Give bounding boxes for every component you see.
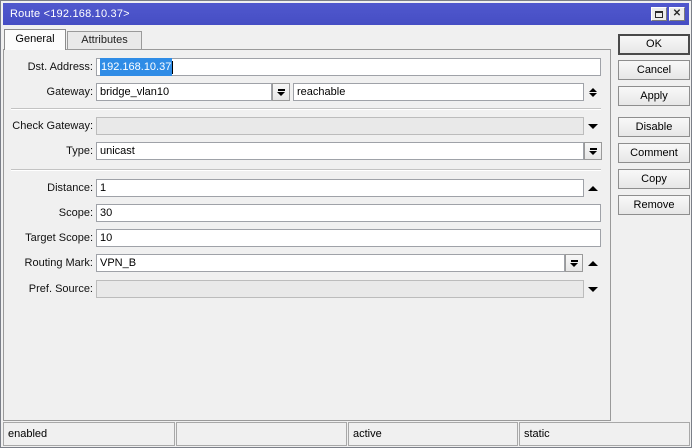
apply-button[interactable]: Apply <box>618 86 690 106</box>
routing-mark-dropdown-button[interactable] <box>565 254 583 272</box>
dst-address-input[interactable]: 192.168.10.37 <box>96 58 601 76</box>
target-scope-label: Target Scope: <box>25 232 93 244</box>
status-active: active <box>348 422 518 446</box>
scope-label: Scope: <box>58 207 93 219</box>
tab-attributes[interactable]: Attributes <box>67 31 142 49</box>
section-divider <box>11 108 601 110</box>
gateway-label: Gateway: <box>46 86 93 98</box>
window-title: Route <192.168.10.37> <box>10 8 130 20</box>
check-gateway-input[interactable] <box>96 117 584 135</box>
pref-source-input[interactable] <box>96 280 584 298</box>
up-arrow-icon <box>589 87 597 92</box>
status-static: static <box>519 422 690 446</box>
close-icon: ✕ <box>672 8 682 19</box>
dst-address-selected-text: 192.168.10.37 <box>100 58 173 76</box>
disable-button[interactable]: Disable <box>618 117 690 137</box>
ok-button[interactable]: OK <box>618 34 690 55</box>
maximize-icon <box>655 10 663 18</box>
type-label: Type: <box>66 145 93 157</box>
status-enabled: enabled <box>3 422 175 446</box>
route-dialog-window: Route <192.168.10.37> ✕ General Attribut… <box>0 0 692 448</box>
up-arrow-icon <box>588 260 598 266</box>
gateway-dropdown-button[interactable] <box>272 83 290 101</box>
up-arrow-icon <box>588 185 598 191</box>
dropdown-icon <box>589 147 597 150</box>
routing-mark-label: Routing Mark: <box>24 257 93 269</box>
status-empty <box>176 422 347 446</box>
gateway-updown-button[interactable] <box>587 83 599 101</box>
pref-source-label: Pref. Source: <box>28 283 93 295</box>
routing-mark-input[interactable] <box>96 254 565 272</box>
gateway-input[interactable] <box>96 83 272 101</box>
comment-button[interactable]: Comment <box>618 143 690 163</box>
close-button[interactable]: ✕ <box>669 7 685 21</box>
dst-address-label: Dst. Address: <box>27 61 93 73</box>
type-dropdown-button[interactable] <box>584 142 602 160</box>
down-arrow-icon <box>588 123 598 129</box>
remove-button[interactable]: Remove <box>618 195 690 215</box>
section-divider <box>11 169 601 171</box>
distance-collapse-button[interactable] <box>587 179 599 197</box>
type-input[interactable] <box>96 142 584 160</box>
check-gateway-expand-button[interactable] <box>587 117 599 135</box>
pref-source-expand-button[interactable] <box>587 280 599 298</box>
distance-label: Distance: <box>47 182 93 194</box>
maximize-button[interactable] <box>651 7 667 21</box>
scope-input[interactable] <box>96 204 601 222</box>
gateway-status-box: reachable <box>293 83 584 101</box>
titlebar[interactable]: Route <192.168.10.37> ✕ <box>3 3 689 25</box>
target-scope-input[interactable] <box>96 229 601 247</box>
distance-input[interactable] <box>96 179 584 197</box>
check-gateway-label: Check Gateway: <box>12 120 93 132</box>
dropdown-icon <box>570 259 578 262</box>
cancel-button[interactable]: Cancel <box>618 60 690 80</box>
copy-button[interactable]: Copy <box>618 169 690 189</box>
dropdown-icon <box>277 88 285 91</box>
routing-mark-collapse-button[interactable] <box>587 254 599 272</box>
down-arrow-icon <box>589 92 597 97</box>
tab-general[interactable]: General <box>4 29 66 50</box>
text-caret <box>172 60 174 74</box>
down-arrow-icon <box>588 286 598 292</box>
